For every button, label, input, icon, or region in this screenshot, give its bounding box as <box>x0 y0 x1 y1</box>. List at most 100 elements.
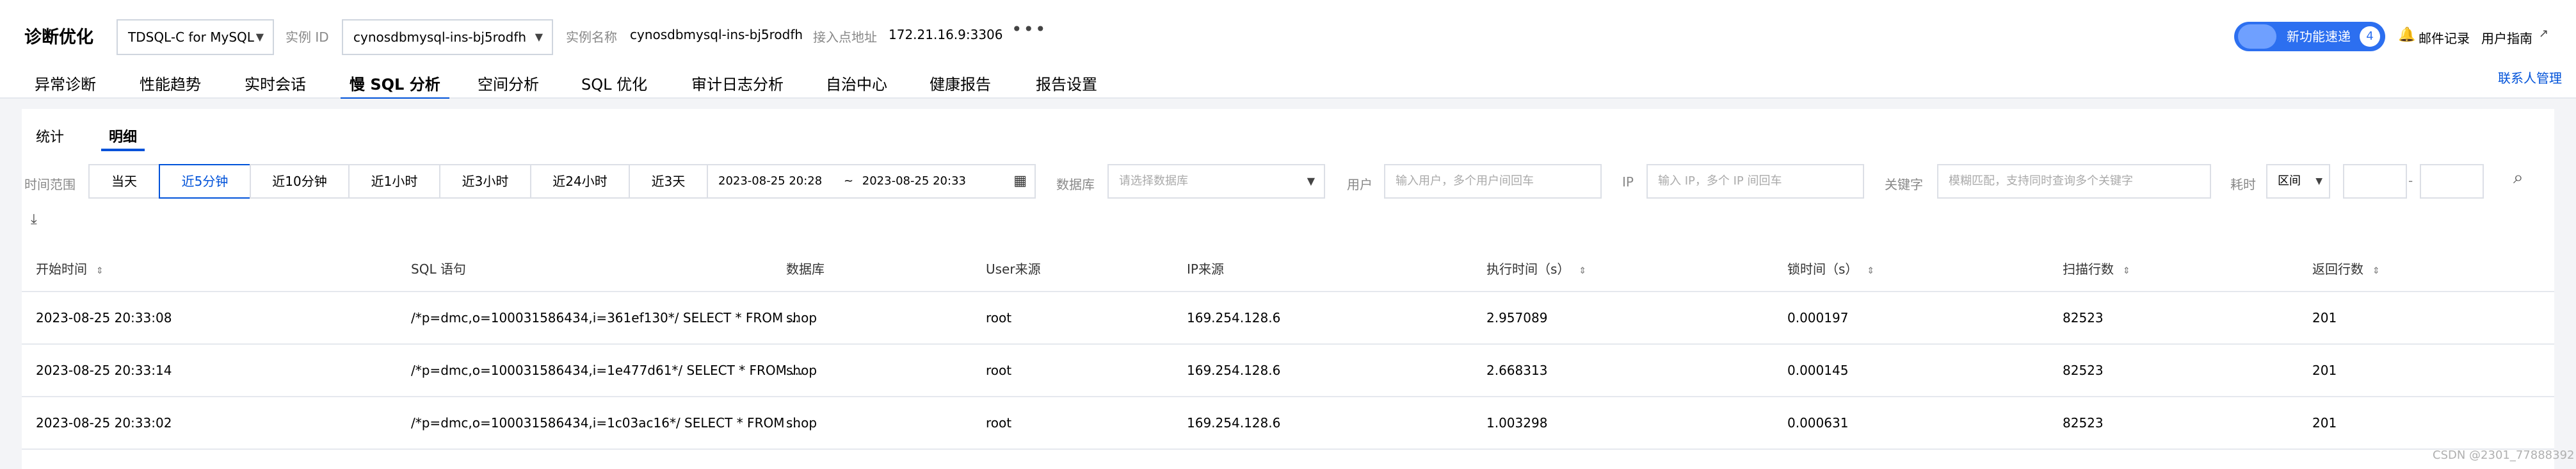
cell-start-time: 2023-08-25 20:33:14 <box>36 363 172 378</box>
range-10min-button[interactable]: 近10分钟 <box>250 164 350 199</box>
cell-ip: 169.254.128.6 <box>1187 415 1281 431</box>
time-range-label: 时间范围 <box>24 177 76 192</box>
tab-slow-sql[interactable]: 慢 SQL 分析 <box>341 72 449 100</box>
ip-input[interactable]: 输入 IP，多个 IP 间回车 <box>1646 164 1864 199</box>
range-3h-button[interactable]: 近3小时 <box>439 164 531 199</box>
tab-sql-optimize[interactable]: SQL 优化 <box>581 72 647 100</box>
cell-ip: 169.254.128.6 <box>1187 310 1281 325</box>
col-rows-scanned[interactable]: 扫描行数 ⇕ <box>2063 259 2130 277</box>
duration-label: 耗时 <box>2230 177 2256 192</box>
date-end: 2023-08-25 20:33 <box>862 174 966 188</box>
duration-max-input[interactable] <box>2420 164 2484 199</box>
mail-record-link[interactable]: 邮件记录 <box>2419 28 2470 47</box>
col-rows-returned[interactable]: 返回行数 ⇕ <box>2312 259 2380 277</box>
cell-sql[interactable]: /*p=dmc,o=100031586434,i=361ef130*/ SELE… <box>411 310 800 325</box>
cell-rows-returned: 201 <box>2312 363 2337 378</box>
ip-label: IP <box>1622 174 1634 190</box>
db-label: 数据库 <box>1056 177 1095 192</box>
col-exec-time[interactable]: 执行时间（s） ⇕ <box>1486 259 1586 277</box>
cell-user: root <box>986 363 1012 378</box>
new-feature-button[interactable]: 新功能速递 4 <box>2234 22 2385 51</box>
db-type-select[interactable]: TDSQL-C for MySQL ▼ <box>117 19 274 55</box>
cell-rows-scanned: 82523 <box>2063 415 2104 431</box>
subtab-detail[interactable]: 明细 <box>101 126 145 151</box>
instance-id-label: 实例 ID <box>286 29 329 45</box>
range-today-button[interactable]: 当天 <box>88 164 160 199</box>
cell-sql[interactable]: /*p=dmc,o=100031586434,i=1e477d61*/ SELE… <box>411 363 803 378</box>
chevron-down-icon: ▼ <box>1307 175 1315 187</box>
cell-lock-time: 0.000145 <box>1787 363 1849 378</box>
tab-health-report[interactable]: 健康报告 <box>930 72 991 100</box>
cell-start-time: 2023-08-25 20:33:02 <box>36 415 172 431</box>
user-guide-link[interactable]: 用户指南 <box>2481 28 2532 47</box>
cell-start-time: 2023-08-25 20:33:08 <box>36 310 172 325</box>
access-value: 172.21.16.9:3306 <box>889 27 1003 42</box>
db-placeholder: 请选择数据库 <box>1119 174 1188 188</box>
tab-space-analysis[interactable]: 空间分析 <box>478 72 539 100</box>
new-feature-count: 4 <box>2360 26 2380 47</box>
user-label: 用户 <box>1347 177 1373 192</box>
new-feature-label: 新功能速递 <box>2287 29 2351 44</box>
range-5min-button[interactable]: 近5分钟 <box>159 164 251 199</box>
instance-id-select[interactable]: cynosdbmysql-ins-bj5rodfh ▼ <box>342 19 553 55</box>
page-title: 诊断优化 <box>24 28 93 47</box>
db-select[interactable]: 请选择数据库 ▼ <box>1107 164 1325 199</box>
subtab-stats[interactable]: 统计 <box>36 126 64 151</box>
date-range-picker[interactable]: 2023-08-25 20:28 ~ 2023-08-25 20:33 ▦ <box>707 164 1036 199</box>
duration-mode-select[interactable]: 区间 ▼ <box>2266 164 2330 199</box>
tab-realtime-session[interactable]: 实时会话 <box>245 72 306 100</box>
sort-icon: ⇕ <box>96 266 104 276</box>
cell-exec-time: 2.668313 <box>1486 363 1548 378</box>
range-1h-button[interactable]: 近1小时 <box>348 164 440 199</box>
cell-user: root <box>986 310 1012 325</box>
calendar-icon: ▦ <box>1013 173 1027 189</box>
col-sql: SQL 语句 <box>411 261 466 277</box>
chevron-down-icon: ▼ <box>535 31 543 43</box>
range-3d-button[interactable]: 近3天 <box>629 164 708 199</box>
range-dash: - <box>2408 173 2413 188</box>
megaphone-icon <box>2238 24 2276 49</box>
db-type-value: TDSQL-C for MySQL <box>128 29 254 45</box>
table-header <box>22 247 2554 292</box>
col-start-time[interactable]: 开始时间 ⇕ <box>36 259 104 277</box>
tab-anomaly[interactable]: 异常诊断 <box>35 72 96 100</box>
cell-database: shop <box>786 363 817 378</box>
bell-icon: 🔔 <box>2398 27 2416 43</box>
col-database: 数据库 <box>786 261 825 277</box>
cell-rows-scanned: 82523 <box>2063 363 2104 378</box>
tab-perf-trend[interactable]: 性能趋势 <box>140 72 201 100</box>
cell-lock-time: 0.000197 <box>1787 310 1849 325</box>
date-sep: ~ <box>843 174 854 188</box>
table-row[interactable]: 2023-08-25 20:33:14 /*p=dmc,o=1000315864… <box>22 345 2554 397</box>
cell-rows-returned: 201 <box>2312 310 2337 325</box>
cell-exec-time: 1.003298 <box>1486 415 1548 431</box>
instance-name-value: cynosdbmysql-ins-bj5rodfh <box>630 27 803 42</box>
contact-mgmt-link[interactable]: 联系人管理 <box>2498 68 2562 86</box>
col-user-source: User来源 <box>986 261 1041 277</box>
download-icon[interactable]: ⤓ <box>31 211 37 227</box>
range-24h-button[interactable]: 近24小时 <box>530 164 630 199</box>
sort-icon: ⇕ <box>2372 266 2380 276</box>
tab-report-settings[interactable]: 报告设置 <box>1036 72 1097 100</box>
search-icon[interactable]: ⌕ <box>2513 167 2524 188</box>
sort-icon: ⇕ <box>1867 266 1875 276</box>
table-row[interactable]: 2023-08-25 20:33:02 /*p=dmc,o=1000315864… <box>22 397 2554 450</box>
keyword-input[interactable]: 模糊匹配，支持同时查询多个关键字 <box>1937 164 2211 199</box>
user-input[interactable]: 输入用户，多个用户间回车 <box>1384 164 1602 199</box>
col-ip-source: IP来源 <box>1187 261 1224 277</box>
col-lock-time[interactable]: 锁时间（s） ⇕ <box>1787 259 1874 277</box>
external-link-icon: ↗ <box>2539 27 2549 40</box>
cell-database: shop <box>786 415 817 431</box>
tab-autonomy[interactable]: 自治中心 <box>826 72 887 100</box>
cell-exec-time: 2.957089 <box>1486 310 1548 325</box>
table-row[interactable]: 2023-08-25 20:33:08 /*p=dmc,o=1000315864… <box>22 292 2554 345</box>
cell-sql[interactable]: /*p=dmc,o=100031586434,i=1c03ac16*/ SELE… <box>411 415 801 431</box>
cell-lock-time: 0.000631 <box>1787 415 1849 431</box>
instance-id-value: cynosdbmysql-ins-bj5rodfh <box>353 29 527 45</box>
tab-audit-log[interactable]: 审计日志分析 <box>691 72 784 100</box>
cell-rows-returned: 201 <box>2312 415 2337 431</box>
more-icon[interactable]: ••• <box>1011 21 1047 38</box>
chevron-down-icon: ▼ <box>2315 176 2322 186</box>
chevron-down-icon: ▼ <box>255 31 264 43</box>
duration-min-input[interactable] <box>2343 164 2407 199</box>
